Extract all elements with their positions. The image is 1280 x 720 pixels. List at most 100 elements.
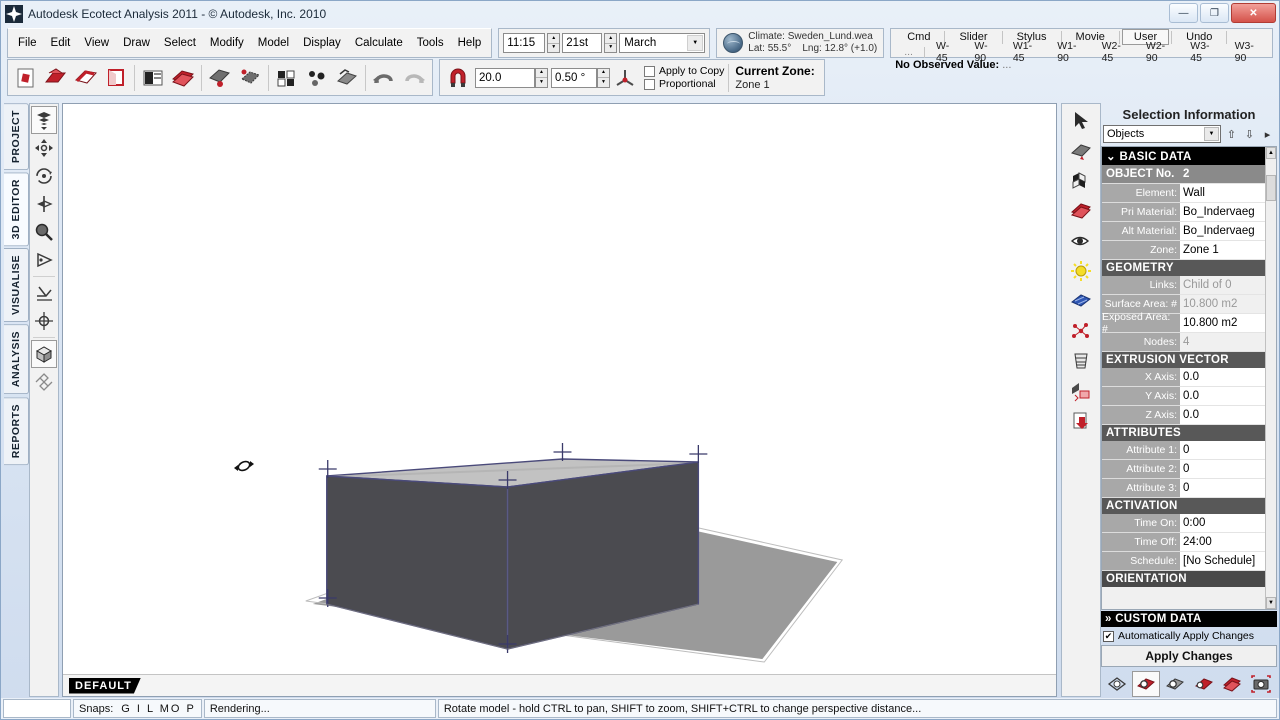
section-orientation[interactable]: ORIENTATION bbox=[1102, 571, 1265, 587]
new-document-icon[interactable] bbox=[11, 63, 41, 93]
section-attributes[interactable]: ATTRIBUTES bbox=[1102, 425, 1265, 441]
menu-file[interactable]: File bbox=[11, 34, 44, 52]
magnet-snap-icon[interactable] bbox=[443, 63, 473, 93]
sidebar-tab-analysis[interactable]: ANALYSIS bbox=[4, 324, 29, 395]
day-input[interactable]: 21st bbox=[562, 33, 603, 53]
target-origin-icon[interactable] bbox=[31, 307, 57, 335]
next-object-button[interactable]: ⇩ bbox=[1242, 125, 1257, 143]
snap-angle-input[interactable]: 0.50 ° bbox=[551, 67, 597, 88]
w-ellipsis[interactable]: ... bbox=[897, 46, 920, 58]
day-spinner[interactable]: ▲ ▼ bbox=[604, 33, 618, 53]
snap-distance-input[interactable]: 20.0 bbox=[475, 67, 535, 88]
menu-view[interactable]: View bbox=[77, 34, 116, 52]
close-button[interactable]: ✕ bbox=[1231, 3, 1276, 23]
page-setup-icon[interactable] bbox=[101, 63, 131, 93]
select-object-icon[interactable] bbox=[205, 63, 235, 93]
eye-visibility-icon[interactable] bbox=[1064, 226, 1098, 256]
transform-gizmo-icon[interactable] bbox=[31, 368, 57, 396]
pan-stack-icon[interactable] bbox=[31, 106, 57, 134]
month-select[interactable]: March ▼ bbox=[619, 33, 706, 53]
menu-select[interactable]: Select bbox=[157, 34, 203, 52]
apply-changes-button[interactable]: Apply Changes bbox=[1101, 645, 1277, 667]
particle-rays-icon[interactable] bbox=[1064, 316, 1098, 346]
status-coordinate-field[interactable] bbox=[3, 699, 71, 718]
z-axis-value[interactable]: 0.0 bbox=[1180, 406, 1265, 425]
menu-display[interactable]: Display bbox=[296, 34, 348, 52]
auto-apply-row[interactable]: ✔ Automatically Apply Changes bbox=[1101, 627, 1277, 645]
material-assign-icon[interactable] bbox=[1064, 136, 1098, 166]
shade-box-icon[interactable] bbox=[31, 340, 57, 368]
grid-toggle-icon[interactable] bbox=[272, 63, 302, 93]
undo-icon[interactable] bbox=[369, 63, 399, 93]
proportional-row[interactable]: Proportional bbox=[644, 78, 724, 90]
save-document-icon[interactable] bbox=[71, 63, 101, 93]
sun-position-icon[interactable] bbox=[1064, 256, 1098, 286]
attribute-2-value[interactable]: 0 bbox=[1180, 460, 1265, 479]
zoom-extents-icon[interactable] bbox=[1103, 671, 1131, 697]
previous-object-button[interactable]: ⇧ bbox=[1224, 125, 1239, 143]
expand-panel-button[interactable]: ▸ bbox=[1260, 125, 1275, 143]
panel-scrollbar[interactable]: ▲ ▼ bbox=[1265, 147, 1276, 609]
attribute-3-value[interactable]: 0 bbox=[1180, 479, 1265, 498]
maximize-button[interactable]: ❐ bbox=[1200, 3, 1229, 23]
exposed-area-value[interactable]: 10.800 m2 bbox=[1180, 314, 1265, 333]
acoustic-rays-icon[interactable] bbox=[1064, 346, 1098, 376]
y-axis-value[interactable]: 0.0 bbox=[1180, 387, 1265, 406]
select-nodes-icon[interactable] bbox=[235, 63, 265, 93]
section-activation[interactable]: ACTIVATION bbox=[1102, 498, 1265, 514]
rotate-icon[interactable] bbox=[31, 162, 57, 190]
move-icon[interactable] bbox=[31, 134, 57, 162]
scroll-down-button[interactable]: ▼ bbox=[1266, 597, 1276, 609]
pri-material-value[interactable]: Bo_Indervaeg bbox=[1180, 203, 1265, 222]
menu-modify[interactable]: Modify bbox=[203, 34, 251, 52]
redo-icon[interactable] bbox=[399, 63, 429, 93]
material-library-red-icon[interactable] bbox=[1064, 196, 1098, 226]
zoom-zone-icon[interactable] bbox=[1190, 671, 1218, 697]
snap-angle-spinner[interactable]: ▲ ▼ bbox=[597, 67, 610, 88]
proportional-checkbox[interactable] bbox=[644, 78, 655, 90]
section-custom-data[interactable]: » CUSTOM DATA bbox=[1101, 611, 1277, 627]
alt-material-value[interactable]: Bo_Indervaeg bbox=[1180, 222, 1265, 241]
snap-distance-spinner[interactable]: ▲ ▼ bbox=[535, 67, 548, 88]
sidebar-tab-reports[interactable]: REPORTS bbox=[4, 396, 29, 465]
zoom-all-icon[interactable] bbox=[1218, 671, 1246, 697]
attribute-1-value[interactable]: 0 bbox=[1180, 441, 1265, 460]
menu-draw[interactable]: Draw bbox=[116, 34, 157, 52]
properties-scroll-area[interactable]: ⌄ BASIC DATA OBJECT No. 2 Element: Wall … bbox=[1101, 146, 1277, 610]
render-shade-icon[interactable] bbox=[332, 63, 362, 93]
zone-value[interactable]: Zone 1 bbox=[1180, 241, 1265, 260]
zoom-selection-icon[interactable] bbox=[1131, 671, 1160, 697]
material-library-icon[interactable] bbox=[168, 63, 198, 93]
menu-model[interactable]: Model bbox=[251, 34, 296, 52]
time-off-value[interactable]: 24:00 bbox=[1180, 533, 1265, 552]
zoom-object-icon[interactable] bbox=[1161, 671, 1189, 697]
zone-manager-icon[interactable] bbox=[138, 63, 168, 93]
sidebar-tab-3d-editor[interactable]: 3D EDITOR bbox=[4, 172, 29, 247]
analysis-grid-icon[interactable] bbox=[1064, 286, 1098, 316]
camera-snapshot-icon[interactable] bbox=[1247, 671, 1275, 697]
scrollbar-thumb[interactable] bbox=[1266, 175, 1276, 201]
mirror-icon[interactable] bbox=[31, 190, 57, 218]
section-geometry[interactable]: GEOMETRY bbox=[1102, 260, 1265, 276]
model-viewport[interactable] bbox=[63, 104, 1056, 674]
schedule-value[interactable]: [No Schedule] bbox=[1180, 552, 1265, 571]
checker-pattern-icon[interactable] bbox=[1064, 166, 1098, 196]
scroll-up-button[interactable]: ▲ bbox=[1266, 147, 1276, 159]
section-basic-data[interactable]: ⌄ BASIC DATA bbox=[1102, 147, 1265, 165]
export-object-icon[interactable] bbox=[1064, 376, 1098, 406]
zoom-icon[interactable] bbox=[31, 218, 57, 246]
menu-help[interactable]: Help bbox=[451, 34, 489, 52]
sidebar-tab-project[interactable]: PROJECT bbox=[4, 103, 29, 171]
menu-calculate[interactable]: Calculate bbox=[348, 34, 410, 52]
model-3d-render[interactable] bbox=[63, 104, 1056, 674]
time-input[interactable]: 11:15 bbox=[503, 33, 546, 53]
camera-view-icon[interactable] bbox=[31, 246, 57, 274]
apply-to-copy-row[interactable]: Apply to Copy bbox=[644, 65, 724, 77]
x-axis-value[interactable]: 0.0 bbox=[1180, 368, 1265, 387]
menu-edit[interactable]: Edit bbox=[44, 34, 78, 52]
element-value[interactable]: Wall bbox=[1180, 184, 1265, 203]
sidebar-tab-visualise[interactable]: VISUALISE bbox=[4, 248, 29, 323]
plane-snap-icon[interactable] bbox=[31, 279, 57, 307]
menu-tools[interactable]: Tools bbox=[410, 34, 451, 52]
section-extrusion-vector[interactable]: EXTRUSION VECTOR bbox=[1102, 352, 1265, 368]
